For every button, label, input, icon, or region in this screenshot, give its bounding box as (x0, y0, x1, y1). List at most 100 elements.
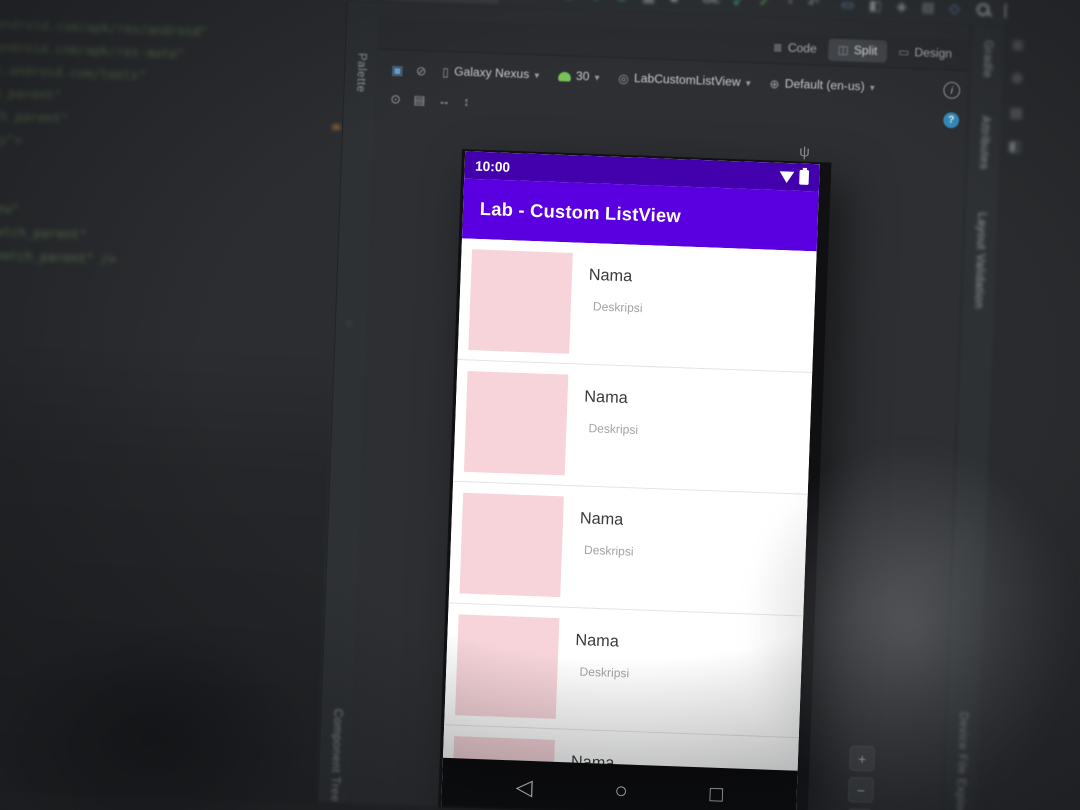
bug-report-icon[interactable]: ◇ (949, 0, 961, 24)
blueprint-list-icon[interactable]: ▤ (413, 84, 426, 116)
debug-icon[interactable]: ✚ (590, 0, 603, 11)
orientation-v-icon[interactable]: ↕ (463, 86, 470, 118)
inspector-icon[interactable]: ◧ (1008, 138, 1021, 155)
item-title: Nama (575, 631, 620, 651)
design-pane: ≣ Code ◫ Split ▭ Design ▣ ⊘ ▯ Galaxy Nex… (349, 3, 971, 810)
build-menu-icon[interactable]: ≣ (563, 0, 576, 10)
battery-icon (799, 169, 810, 185)
preview-device-label: Galaxy Nexus (453, 65, 530, 82)
back-button[interactable]: ◁ (515, 775, 533, 800)
device-manager-icon[interactable]: ▭ (841, 0, 855, 21)
search-icon[interactable] (975, 2, 992, 17)
ai-assistant-icon[interactable]: ◈ (896, 0, 908, 22)
design-surface-icon[interactable]: ⊘ (415, 55, 427, 87)
sidebar-item-attributes[interactable]: Attributes (977, 116, 992, 170)
code-editor[interactable]: xmlns:android="http://schemas.android.co… (0, 0, 347, 810)
device-preview[interactable]: 10:00 Lab - Custom ListView Nama Deskrip… (437, 149, 832, 810)
xml-code: xmlns:android="http://schemas.android.co… (0, 8, 209, 267)
tab-design[interactable]: ▭ Design (888, 41, 961, 66)
home-button[interactable]: ○ (614, 778, 628, 803)
sidebar-item-palette[interactable]: Palette (354, 53, 368, 93)
device-dropdown[interactable]: ▯ Pixel 3 API 28 ▾ (386, 0, 500, 4)
item-title: Nama (579, 509, 624, 530)
item-description: Deskripsi (579, 666, 630, 681)
list-item[interactable]: Nama Deskripsi (448, 481, 808, 617)
apply-changes-icon[interactable]: ↻ (537, 0, 550, 9)
status-time: 10:00 (474, 157, 511, 175)
item-image-placeholder (463, 370, 569, 476)
antenna-icon: ψ (799, 142, 811, 160)
logcat-icon[interactable]: ▤ (921, 0, 935, 23)
globe-icon: ⊕ (769, 78, 780, 92)
item-description: Deskripsi (592, 300, 643, 316)
layout-inspector-icon[interactable]: ◧ (868, 0, 882, 22)
list-item[interactable]: Nama Deskripsi (453, 360, 813, 495)
tab-design-label: Design (914, 46, 953, 61)
tab-code-label: Code (787, 41, 817, 56)
locale-dropdown[interactable]: ⊕ Default (en-us) ▾ (769, 76, 875, 95)
orientation-h-icon[interactable]: ↔ (437, 85, 451, 117)
sidebar-item-device-file-explorer[interactable]: Device File Explorer (953, 711, 970, 810)
gear-icon[interactable]: ⚙ (1011, 70, 1024, 87)
device-screen: 10:00 Lab - Custom ListView Nama Deskrip… (441, 151, 820, 810)
zoom-out-button[interactable]: − (847, 776, 875, 803)
locale-label: Default (en-us) (784, 77, 865, 94)
grid-icon[interactable]: ▦ (642, 0, 656, 13)
design-icon: ▭ (898, 46, 910, 60)
git-rollback-icon[interactable]: ↶ (807, 0, 820, 19)
sidebar-item-layout-validation[interactable]: Layout Validation (972, 212, 988, 309)
stripe-dot-icon: ◌ (345, 317, 353, 330)
git-label: Git: (702, 0, 721, 6)
item-description: Deskripsi (583, 544, 634, 559)
item-image-placeholder (459, 492, 564, 598)
help-icon[interactable]: ? (943, 111, 960, 128)
zoom-controls: + − □ (846, 745, 876, 810)
zoom-in-button[interactable]: + (849, 745, 876, 772)
listview[interactable]: Nama Deskripsi Nama Deskripsi Nama Deskr… (442, 238, 817, 771)
theme-dropdown[interactable]: ◎ LabCustomListView ▾ (618, 71, 751, 91)
info-icon[interactable]: i (943, 81, 961, 100)
screenshot-scene: ⚙ app ▾ ▯ Pixel 3 API 28 ▾ ▶ ↻ ≣ ✚ ⊙ ▦ ■… (0, 0, 1080, 810)
api-level-dropdown[interactable]: 30 ▾ (557, 70, 600, 84)
panel-icon[interactable]: ⊞ (1012, 37, 1024, 54)
code-icon: ≣ (772, 41, 783, 55)
item-image-placeholder (468, 249, 573, 354)
list-item[interactable]: Nama Deskripsi (457, 238, 817, 374)
git-update-icon[interactable]: ↙ (732, 0, 745, 17)
chevron-down-icon: ▾ (745, 77, 751, 88)
logcat-icon[interactable]: ▤ (1010, 104, 1023, 121)
chevron-down-icon: ▾ (869, 81, 875, 93)
git-history-icon[interactable]: ◔ (784, 0, 794, 18)
item-image-placeholder (455, 614, 560, 719)
status-icons (779, 169, 810, 185)
api-level-label: 30 (575, 70, 590, 84)
recents-button[interactable]: □ (709, 782, 723, 807)
android-icon (557, 71, 571, 82)
design-canvas[interactable]: ψ 10:00 Lab - Custom ListView Nama Deskr… (349, 112, 967, 810)
sidebar-item-component-tree[interactable]: Component Tree (328, 709, 344, 803)
split-icon: ◫ (837, 44, 849, 58)
tab-code[interactable]: ≣ Code (763, 36, 826, 60)
profiler-icon[interactable]: ⊙ (616, 0, 629, 12)
theme-label: LabCustomListView (633, 72, 741, 89)
list-item[interactable]: Nama Deskripsi (444, 603, 804, 739)
wifi-icon (779, 170, 795, 183)
tab-split[interactable]: ◫ Split (827, 38, 888, 63)
phone-icon: ▯ (441, 66, 450, 80)
item-title: Nama (584, 387, 629, 408)
chevron-down-icon: ▾ (594, 71, 600, 83)
preview-device-dropdown[interactable]: ▯ Galaxy Nexus ▾ (442, 64, 540, 82)
app-title: Lab - Custom ListView (479, 198, 682, 227)
item-title: Nama (588, 266, 633, 286)
layers-icon[interactable]: ▣ (391, 54, 404, 86)
theme-icon: ◎ (618, 72, 630, 86)
item-description: Deskripsi (588, 422, 639, 438)
sidebar-item-gradle[interactable]: Gradle (981, 40, 995, 78)
scrollbar-warning-mark (332, 125, 341, 129)
chevron-down-icon: ▾ (534, 69, 540, 80)
view-options-eye-icon[interactable]: ⊙ (390, 83, 402, 115)
stop-icon[interactable]: ■ (669, 0, 679, 14)
tab-split-label: Split (853, 44, 878, 58)
git-commit-icon[interactable]: ✓ (758, 0, 771, 17)
android-studio-window: ⚙ app ▾ ▯ Pixel 3 API 28 ▾ ▶ ↻ ≣ ✚ ⊙ ▦ ■… (0, 0, 1080, 810)
